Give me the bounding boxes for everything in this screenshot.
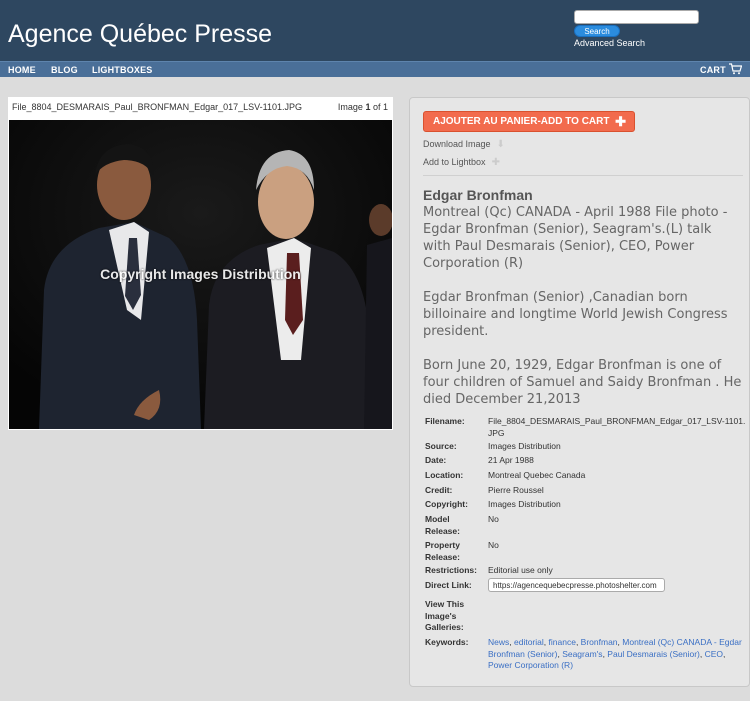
meta-label: Keywords: bbox=[425, 637, 469, 647]
nav-blog[interactable]: BLOG bbox=[51, 65, 78, 75]
keyword-link[interactable]: CEO bbox=[705, 649, 723, 659]
add-to-cart-button[interactable]: AJOUTER AU PANIER-ADD TO CART ✚ bbox=[423, 111, 635, 132]
cart-icon[interactable] bbox=[729, 63, 742, 75]
meta-label: Filename: bbox=[425, 416, 465, 426]
keyword-link[interactable]: finance bbox=[549, 637, 576, 647]
keyword-link[interactable]: Power Corporation (R) bbox=[488, 660, 573, 670]
plus-icon: ✚ bbox=[615, 114, 626, 129]
search-button[interactable]: Search bbox=[574, 25, 620, 37]
add-to-cart-label: AJOUTER AU PANIER-ADD TO CART bbox=[433, 116, 610, 127]
nav-lightboxes[interactable]: LIGHTBOXES bbox=[92, 65, 153, 75]
meta-copyright: Images Distribution bbox=[488, 499, 561, 509]
meta-model-release: No bbox=[488, 514, 499, 524]
image-panel: File_8804_DESMARAIS_Paul_BRONFMAN_Edgar_… bbox=[8, 97, 393, 430]
keyword-link[interactable]: Bronfman bbox=[581, 637, 618, 647]
meta-filename: File_8804_DESMARAIS_Paul_BRONFMAN_Edgar_… bbox=[488, 416, 746, 438]
lightbox-label: Add to Lightbox bbox=[423, 157, 486, 167]
download-image-link[interactable]: Download Image ⬇ bbox=[423, 139, 505, 150]
meta-label: Copyright: bbox=[425, 499, 468, 509]
meta-credit: Pierre Roussel bbox=[488, 485, 544, 495]
counter-suffix: of 1 bbox=[372, 102, 388, 112]
counter-prefix: Image bbox=[337, 102, 363, 112]
divider bbox=[423, 175, 743, 176]
meta-label: Model Release: bbox=[425, 514, 460, 536]
view-galleries-link[interactable]: View This Image's Galleries: bbox=[425, 599, 475, 634]
add-to-lightbox-link[interactable]: Add to Lightbox ✚ bbox=[423, 157, 500, 168]
details-panel: AJOUTER AU PANIER-ADD TO CART ✚ Download… bbox=[409, 97, 750, 687]
main-photo[interactable]: Copyright Images Distribution bbox=[9, 120, 392, 429]
meta-label: Restrictions: bbox=[425, 565, 477, 575]
search-input[interactable] bbox=[574, 10, 699, 24]
download-label: Download Image bbox=[423, 139, 491, 149]
main-nav: HOME BLOG LIGHTBOXES CART bbox=[0, 61, 750, 77]
image-counter: Image 1 of 1 bbox=[338, 102, 388, 112]
meta-label: Direct Link: bbox=[425, 580, 472, 590]
site-title[interactable]: Agence Québec Presse bbox=[8, 20, 272, 49]
keyword-link[interactable]: Paul Desmarais (Senior) bbox=[607, 649, 700, 659]
meta-label: Source: bbox=[425, 441, 457, 451]
meta-label: Location: bbox=[425, 470, 464, 480]
image-headline: Edgar Bronfman bbox=[423, 187, 533, 203]
meta-date: 21 Apr 1988 bbox=[488, 455, 534, 465]
direct-link-field[interactable]: https://agencequebecpresse.photoshelter.… bbox=[488, 578, 665, 592]
meta-restrictions: Editorial use only bbox=[488, 565, 553, 575]
meta-source: Images Distribution bbox=[488, 441, 561, 451]
meta-label: Credit: bbox=[425, 485, 453, 495]
site-header: Agence Québec Presse Search Advanced Sea… bbox=[0, 0, 750, 61]
download-icon: ⬇ bbox=[496, 139, 505, 150]
meta-label: Date: bbox=[425, 455, 447, 465]
keyword-link[interactable]: editorial bbox=[514, 637, 544, 647]
image-caption: Montreal (Qc) CANADA - April 1988 File p… bbox=[423, 205, 742, 407]
nav-home[interactable]: HOME bbox=[8, 65, 36, 75]
meta-label: Property Release: bbox=[425, 540, 460, 562]
image-filename: File_8804_DESMARAIS_Paul_BRONFMAN_Edgar_… bbox=[12, 102, 302, 112]
counter-current: 1 bbox=[365, 102, 371, 112]
copyright-watermark: Copyright Images Distribution bbox=[100, 266, 301, 282]
keyword-link[interactable]: News bbox=[488, 637, 509, 647]
meta-location: Montreal Quebec Canada bbox=[488, 470, 586, 480]
keyword-list: News, editorial, finance, Bronfman, Mont… bbox=[488, 637, 742, 670]
keyword-link[interactable]: Seagram's bbox=[562, 649, 602, 659]
meta-property-release: No bbox=[488, 540, 499, 550]
plus-icon: ✚ bbox=[491, 157, 500, 168]
nav-cart[interactable]: CART bbox=[700, 65, 726, 75]
advanced-search-link[interactable]: Advanced Search bbox=[574, 38, 645, 48]
